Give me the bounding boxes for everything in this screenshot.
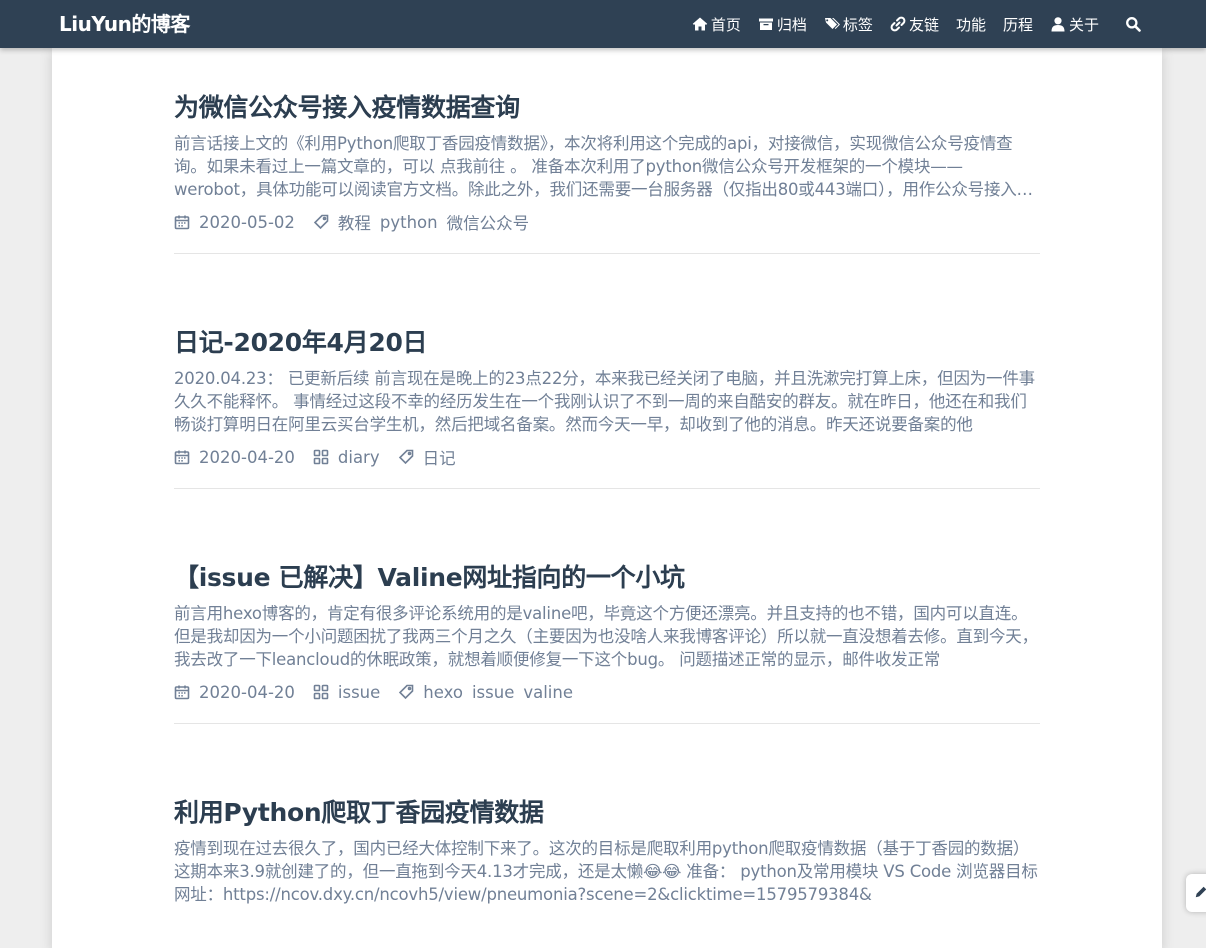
post-excerpt[interactable]: 2020.04.23： 已更新后续 前言现在是晚上的23点22分，本来我已经关闭… — [174, 367, 1040, 436]
nav-item-home[interactable]: 首页 — [692, 14, 741, 35]
nav-label: 友链 — [908, 15, 939, 34]
post-divider — [174, 723, 1040, 724]
post-card: 【issue 已解决】Valine网址指向的一个小坑 前言用hexo博客的，肯定… — [174, 560, 1040, 724]
nav-item-links[interactable]: 友链 — [890, 14, 939, 35]
post-meta: 2020-05-02 教程 python 微信公众号 — [174, 210, 1040, 234]
post-date: 2020-04-20 — [174, 683, 295, 702]
post-excerpt[interactable]: 前言用hexo博客的，肯定有很多评论系统用的是valine吧，毕竟这个方便还漂亮… — [174, 602, 1040, 671]
tag-icon — [398, 449, 413, 465]
post-tags: 日记 — [398, 445, 465, 469]
post-category: issue — [313, 683, 380, 702]
post-card: 日记-2020年4月20日 2020.04.23： 已更新后续 前言现在是晚上的… — [174, 325, 1040, 489]
post-meta: 2020-04-20 issue hexo issue valine — [174, 680, 1040, 704]
link-icon — [890, 16, 906, 32]
post-list-board: 为微信公众号接入疫情数据查询 前言话接上文的《利用Python爬取丁香园疫情数据… — [52, 48, 1162, 948]
post-divider — [174, 253, 1040, 254]
archive-icon — [758, 18, 773, 30]
post-excerpt[interactable]: 前言话接上文的《利用Python爬取丁香园疫情数据》，本次将利用这个完成的api… — [174, 132, 1040, 201]
calendar-icon — [174, 215, 190, 230]
category-icon — [313, 684, 329, 700]
post-excerpt[interactable]: 疫情到现在过去很久了，国内已经大体控制下来了。这次的目标是爬取利用python爬… — [174, 837, 1040, 906]
post-category: diary — [313, 448, 380, 467]
nav-item-history[interactable]: 历程 — [1003, 14, 1033, 35]
post-date-text: 2020-05-02 — [199, 212, 295, 232]
nav-item-archive[interactable]: 归档 — [758, 14, 807, 35]
post-title[interactable]: 为微信公众号接入疫情数据查询 — [174, 90, 1040, 126]
post-date-text: 2020-04-20 — [199, 682, 295, 702]
nav-item-tags[interactable]: 标签 — [824, 14, 873, 35]
edit-icon — [1195, 886, 1206, 898]
post-tag[interactable]: 日记 — [423, 445, 456, 469]
post-category-link[interactable]: diary — [338, 448, 380, 467]
home-icon — [692, 17, 708, 31]
post-tags: hexo issue valine — [398, 683, 582, 702]
user-icon — [1051, 17, 1065, 32]
tag-icon — [399, 684, 414, 700]
nav-label: 关于 — [1068, 15, 1099, 34]
post-tag[interactable]: 教程 — [338, 210, 371, 234]
post-tag[interactable]: python — [380, 213, 438, 232]
post-tag[interactable]: issue — [472, 683, 514, 702]
nav-item-features[interactable]: 功能 — [956, 14, 986, 35]
search-icon — [1126, 17, 1141, 32]
category-icon — [313, 449, 329, 465]
calendar-icon — [174, 685, 190, 700]
post-date-text: 2020-04-20 — [199, 447, 295, 467]
post-excerpt-text: 前言用hexo博客的，肯定有很多评论系统用的是valine吧，毕竟这个方便还漂亮… — [174, 604, 1038, 669]
post-card: 为微信公众号接入疫情数据查询 前言话接上文的《利用Python爬取丁香园疫情数据… — [174, 90, 1040, 254]
post-excerpt-text: 疫情到现在过去很久了，国内已经大体控制下来了。这次的目标是爬取利用python爬… — [174, 839, 1038, 904]
post-title[interactable]: 日记-2020年4月20日 — [174, 325, 1040, 361]
post-divider — [174, 488, 1040, 489]
nav-label: 历程 — [1002, 15, 1033, 34]
tag-icon — [313, 214, 329, 230]
post-tag[interactable]: valine — [523, 683, 573, 702]
post-title[interactable]: 【issue 已解决】Valine网址指向的一个小坑 — [174, 560, 1040, 596]
post-category-link[interactable]: issue — [338, 683, 380, 702]
tags-icon — [824, 18, 840, 29]
post-card: 利用Python爬取丁香园疫情数据 疫情到现在过去很久了，国内已经大体控制下来了… — [174, 795, 1040, 906]
post-title[interactable]: 利用Python爬取丁香园疫情数据 — [174, 795, 1040, 831]
search-button[interactable] — [1125, 16, 1144, 32]
side-edit-button[interactable] — [1186, 874, 1206, 912]
calendar-icon — [174, 450, 190, 465]
post-date: 2020-04-20 — [174, 448, 295, 467]
nav-item-about[interactable]: 关于 — [1050, 14, 1099, 35]
nav-label: 标签 — [842, 15, 873, 34]
post-excerpt-text: 前言话接上文的《利用Python爬取丁香园疫情数据》，本次将利用这个完成的api… — [174, 134, 1033, 199]
nav-menu: 首页 归档 标签 友链 功能 历程 关于 — [675, 0, 1144, 48]
post-date: 2020-05-02 — [174, 213, 295, 232]
nav-label: 功能 — [955, 15, 986, 34]
nav-label: 首页 — [710, 15, 741, 34]
site-brand[interactable]: LiuYun的博客 — [59, 10, 190, 38]
top-navbar: LiuYun的博客 首页 归档 标签 友链 功能 历程 关于 — [0, 0, 1206, 48]
post-meta: 2020-04-20 diary 日记 — [174, 445, 1040, 469]
post-excerpt-text: 2020.04.23： 已更新后续 前言现在是晚上的23点22分，本来我已经关闭… — [174, 369, 1035, 434]
nav-label: 归档 — [776, 15, 807, 34]
post-tags: 教程 python 微信公众号 — [313, 210, 538, 234]
post-tag[interactable]: 微信公众号 — [447, 210, 530, 234]
post-tag[interactable]: hexo — [423, 683, 463, 702]
